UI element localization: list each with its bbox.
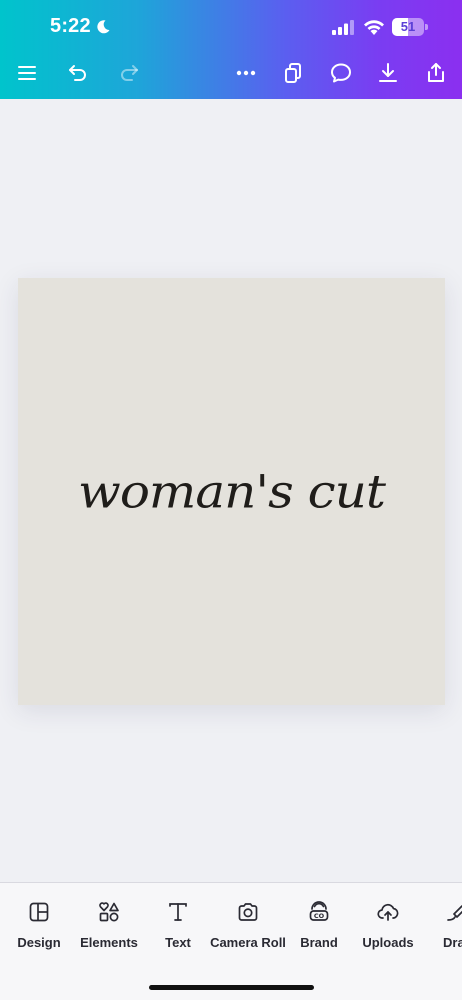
text-icon xyxy=(169,903,187,921)
canvas-text-element[interactable]: woman's cut xyxy=(18,295,445,688)
tab-label: Dra xyxy=(443,935,462,950)
svg-text:CO: CO xyxy=(314,912,325,920)
top-header: 5:22 51 xyxy=(0,0,462,99)
share-icon xyxy=(428,63,444,82)
status-bar: 5:22 51 xyxy=(0,0,462,54)
elements-icon xyxy=(99,902,119,922)
home-indicator[interactable] xyxy=(149,985,314,990)
tab-label: Text xyxy=(165,935,191,950)
redo-icon xyxy=(121,65,138,81)
wifi-icon xyxy=(364,20,384,35)
status-time: 5:22 xyxy=(50,15,91,37)
battery-indicator: 51 xyxy=(392,18,428,36)
tab-design[interactable]: Design xyxy=(13,883,65,963)
more-options-button[interactable] xyxy=(233,60,259,86)
menu-icon xyxy=(18,66,36,80)
tab-label: Uploads xyxy=(362,935,414,950)
share-button[interactable] xyxy=(423,60,449,86)
download-icon xyxy=(379,63,397,82)
uploads-icon xyxy=(377,903,399,921)
tab-label: Camera Roll xyxy=(210,935,286,950)
camera-icon xyxy=(238,903,258,921)
tab-text[interactable]: Text xyxy=(158,883,198,963)
pages-button[interactable] xyxy=(280,60,306,86)
draw-icon xyxy=(447,905,462,921)
tab-elements[interactable]: Elements xyxy=(78,883,140,963)
comment-icon xyxy=(331,63,351,83)
comment-button[interactable] xyxy=(328,60,354,86)
bottom-toolbar: Design Elements Text Camera Roll CO Bran… xyxy=(0,882,462,1000)
tab-label: Brand xyxy=(300,935,338,950)
tab-brand[interactable]: CO Brand xyxy=(297,883,341,963)
menu-button[interactable] xyxy=(14,60,40,86)
undo-button[interactable] xyxy=(65,60,91,86)
moon-icon xyxy=(97,20,110,34)
tab-uploads[interactable]: Uploads xyxy=(360,883,416,963)
brand-icon: CO xyxy=(309,901,329,921)
pages-icon xyxy=(285,63,301,83)
download-button[interactable] xyxy=(375,60,401,86)
tab-label: Elements xyxy=(80,935,138,950)
tab-label: Design xyxy=(17,935,61,950)
undo-icon xyxy=(69,65,86,81)
tab-draw[interactable]: Dra xyxy=(438,883,462,963)
design-canvas[interactable]: woman's cut xyxy=(18,278,445,705)
tab-camera-roll[interactable]: Camera Roll xyxy=(210,883,286,963)
battery-percent: 51 xyxy=(400,19,416,34)
design-icon xyxy=(29,902,49,922)
more-icon xyxy=(236,70,256,76)
redo-button[interactable] xyxy=(116,60,142,86)
signal-icon xyxy=(332,20,354,35)
